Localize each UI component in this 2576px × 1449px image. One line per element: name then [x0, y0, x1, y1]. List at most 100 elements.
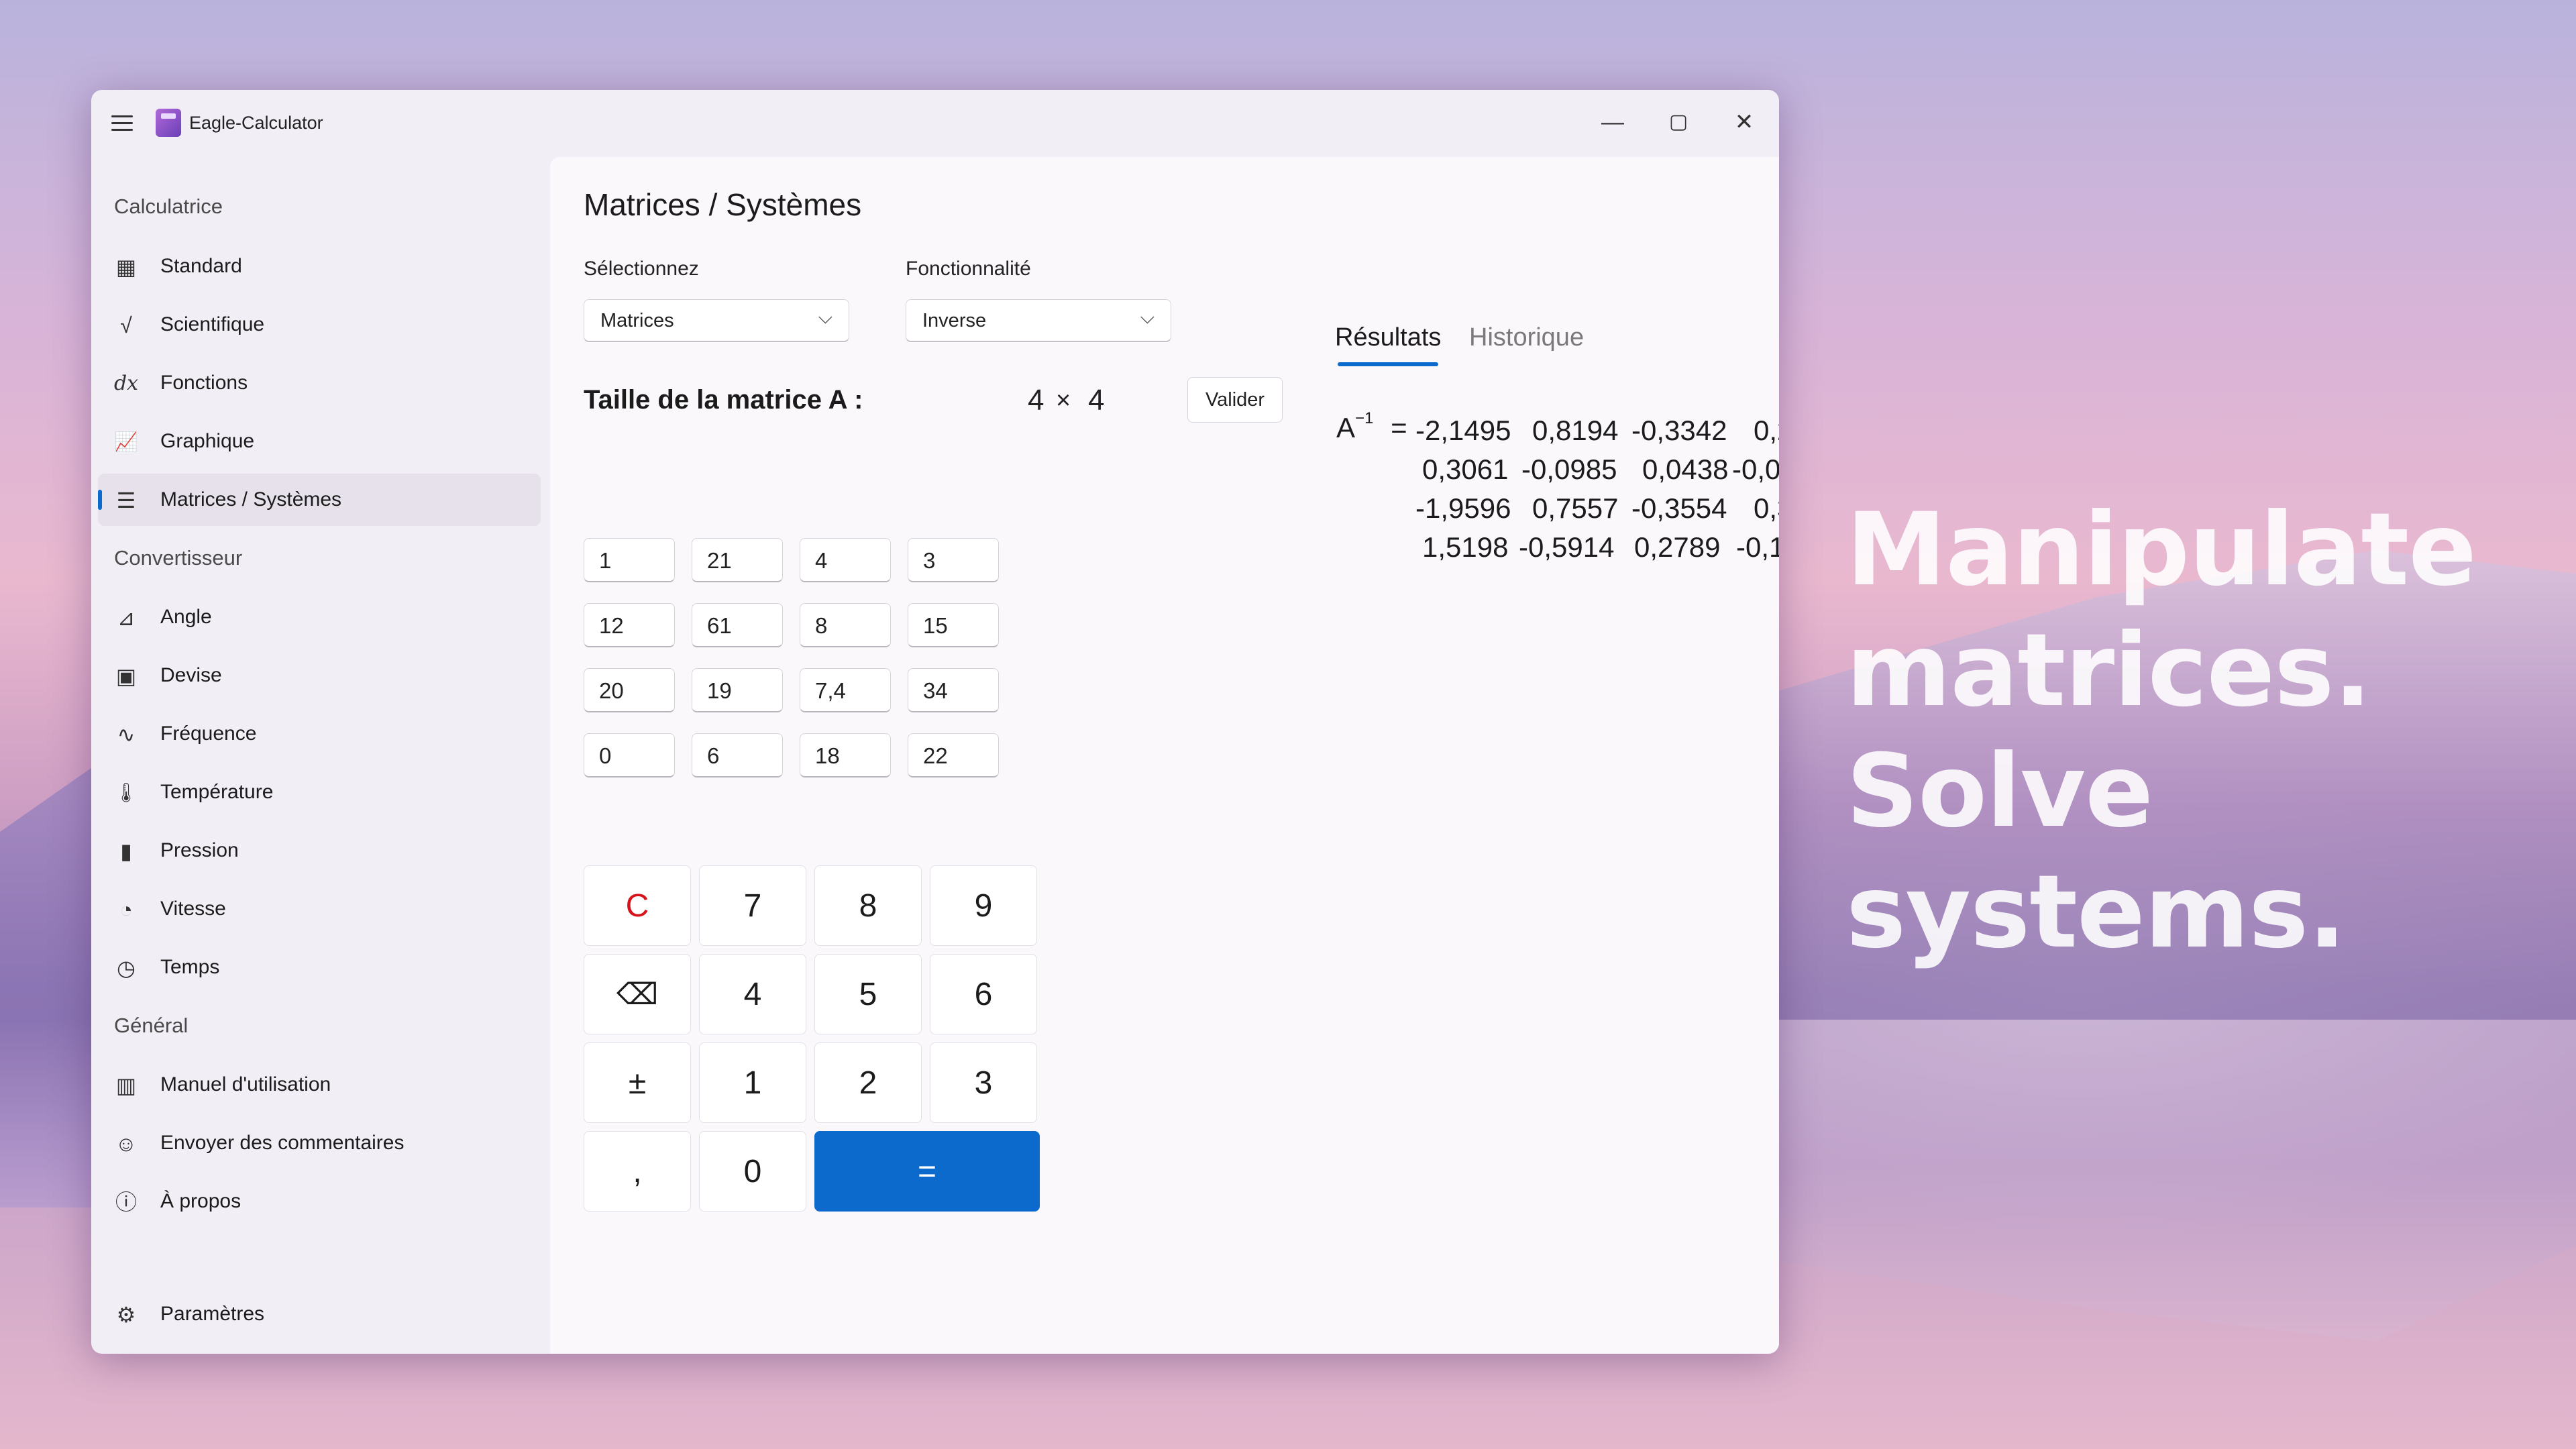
square-root-icon: √ [120, 313, 132, 337]
sidebar-item-devise[interactable]: ▣ Devise [98, 649, 541, 702]
negate-button[interactable]: ± [584, 1042, 691, 1123]
result-cell: 0,2789 [1634, 531, 1721, 563]
feature-select[interactable]: Inverse ⌵ [906, 299, 1171, 342]
nav-section-convertisseur: Convertisseur [114, 546, 243, 570]
result-cell: -0,5914 [1519, 531, 1615, 563]
matrix-cell[interactable]: 19 [692, 668, 783, 712]
result-cell: -0,3554 [1631, 492, 1727, 524]
tagline-line: Manipulate [1846, 492, 2477, 608]
sidebar-item-feedback[interactable]: ☺ Envoyer des commentaires [98, 1117, 541, 1169]
sidebar-item-frequence[interactable]: ∿ Fréquence [98, 708, 541, 760]
feedback-icon: ☺ [115, 1132, 138, 1156]
sidebar-item-label: Fonctions [160, 372, 248, 394]
matrix-cell[interactable]: 21 [692, 538, 783, 582]
promo-tagline: Manipulate matrices. Solve systems. [1846, 490, 2557, 973]
matrix-cell[interactable]: 61 [692, 603, 783, 647]
sidebar-item-about[interactable]: ⓘ À propos [98, 1175, 541, 1228]
backspace-button[interactable]: ⌫ [584, 954, 691, 1034]
sidebar-item-fonctions[interactable]: dx Fonctions [98, 357, 541, 409]
thermometer-icon: 🌡 [114, 782, 138, 803]
chevron-down-icon: ⌵ [1140, 307, 1155, 327]
digit-0-button[interactable]: 0 [699, 1131, 806, 1212]
sidebar-item-label: Angle [160, 606, 212, 628]
matrix-cell[interactable]: 4 [800, 538, 891, 582]
digit-2-button[interactable]: 2 [814, 1042, 922, 1123]
nav-section-general: Général [114, 1014, 189, 1037]
matrix-cell[interactable]: 12 [584, 603, 675, 647]
sidebar-item-temps[interactable]: ◷ Temps [98, 941, 541, 994]
sidebar-item-settings[interactable]: ⚙ Paramètres [98, 1288, 541, 1340]
info-icon: ⓘ [115, 1190, 137, 1214]
close-button[interactable]: ✕ [1724, 102, 1764, 142]
matrix-cell[interactable]: 22 [908, 733, 999, 777]
hamburger-menu-icon[interactable] [110, 111, 134, 136]
active-tab-indicator [1338, 362, 1438, 366]
sidebar-item-angle[interactable]: ⊿ Angle [98, 591, 541, 643]
tagline-line: systems. [1846, 854, 2346, 971]
mode-select[interactable]: Matrices ⌵ [584, 299, 849, 342]
matrix-cell[interactable]: 18 [800, 733, 891, 777]
sidebar-item-label: Temps [160, 956, 220, 978]
sidebar-item-label: Manuel d'utilisation [160, 1073, 331, 1095]
result-cell: -0,1895 [1736, 531, 1779, 563]
sidebar-item-vitesse[interactable]: ◔ Vitesse [98, 883, 541, 935]
sidebar-item-label: Graphique [160, 430, 255, 452]
pressure-icon: ▮ [120, 839, 132, 863]
matrix-cell[interactable]: 3 [908, 538, 999, 582]
digit-9-button[interactable]: 9 [930, 865, 1037, 946]
tab-results[interactable]: Résultats [1335, 323, 1441, 352]
digit-3-button[interactable]: 3 [930, 1042, 1037, 1123]
angle-icon: ⊿ [117, 606, 136, 630]
minimize-button[interactable]: — [1593, 102, 1633, 142]
sidebar-item-scientifique[interactable]: √ Scientifique [98, 299, 541, 351]
sidebar-item-temperature[interactable]: 🌡 Température [98, 766, 541, 818]
book-icon: ▥ [115, 1073, 137, 1097]
sidebar-item-label: Fréquence [160, 722, 257, 745]
result-label-exponent: −1 [1355, 409, 1374, 427]
currency-icon: ▣ [115, 664, 137, 688]
matrix-cell[interactable]: 0 [584, 733, 675, 777]
validate-button[interactable]: Valider [1187, 377, 1283, 423]
digit-5-button[interactable]: 5 [814, 954, 922, 1034]
matrix-cell[interactable]: 8 [800, 603, 891, 647]
sidebar: Calculatrice ▦ Standard √ Scientifique d… [91, 157, 547, 1354]
sidebar-item-matrices[interactable]: ☰ Matrices / Systèmes [98, 474, 541, 526]
matrix-cols-input[interactable]: 4 [1088, 384, 1104, 417]
nav-section-calculatrice: Calculatrice [114, 195, 223, 218]
sidebar-item-standard[interactable]: ▦ Standard [98, 240, 541, 292]
matrix-cell[interactable]: 1 [584, 538, 675, 582]
result-equals: = [1391, 412, 1407, 443]
matrix-cell[interactable]: 20 [584, 668, 675, 712]
speedometer-icon: ◔ [119, 898, 133, 922]
graph-icon: 📈 [114, 431, 138, 452]
matrix-cell[interactable]: 6 [692, 733, 783, 777]
matrix-cell[interactable]: 15 [908, 603, 999, 647]
digit-7-button[interactable]: 7 [699, 865, 806, 946]
feature-select-value: Inverse [922, 310, 987, 331]
sidebar-item-pression[interactable]: ▮ Pression [98, 824, 541, 877]
digit-6-button[interactable]: 6 [930, 954, 1037, 1034]
matrix-rows-input[interactable]: 4 [1028, 384, 1044, 417]
maximize-button[interactable]: ▢ [1658, 102, 1699, 142]
sidebar-item-manuel[interactable]: ▥ Manuel d'utilisation [98, 1059, 541, 1111]
sidebar-item-label: À propos [160, 1190, 241, 1212]
clear-button[interactable]: C [584, 865, 691, 946]
equals-button[interactable]: = [814, 1131, 1040, 1212]
digit-8-button[interactable]: 8 [814, 865, 922, 946]
chevron-down-icon: ⌵ [818, 307, 833, 327]
result-label-base: A [1336, 412, 1356, 443]
sidebar-item-graphique[interactable]: 📈 Graphique [98, 415, 541, 468]
matrix-size-label: Taille de la matrice A : [584, 385, 863, 415]
matrix-cell[interactable]: 34 [908, 668, 999, 712]
matrix-cell[interactable]: 7,4 [800, 668, 891, 712]
tab-history[interactable]: Historique [1469, 323, 1584, 352]
result-cell: -0,3342 [1631, 415, 1727, 446]
digit-4-button[interactable]: 4 [699, 954, 806, 1034]
select-label: Sélectionnez [584, 258, 699, 280]
comma-button[interactable]: , [584, 1131, 691, 1212]
result-cell: -0,0985 [1521, 453, 1617, 485]
result-cell: 0,0438 [1642, 453, 1729, 485]
result-cell: -2,1495 [1415, 415, 1511, 446]
digit-1-button[interactable]: 1 [699, 1042, 806, 1123]
sidebar-item-label: Vitesse [160, 898, 226, 920]
